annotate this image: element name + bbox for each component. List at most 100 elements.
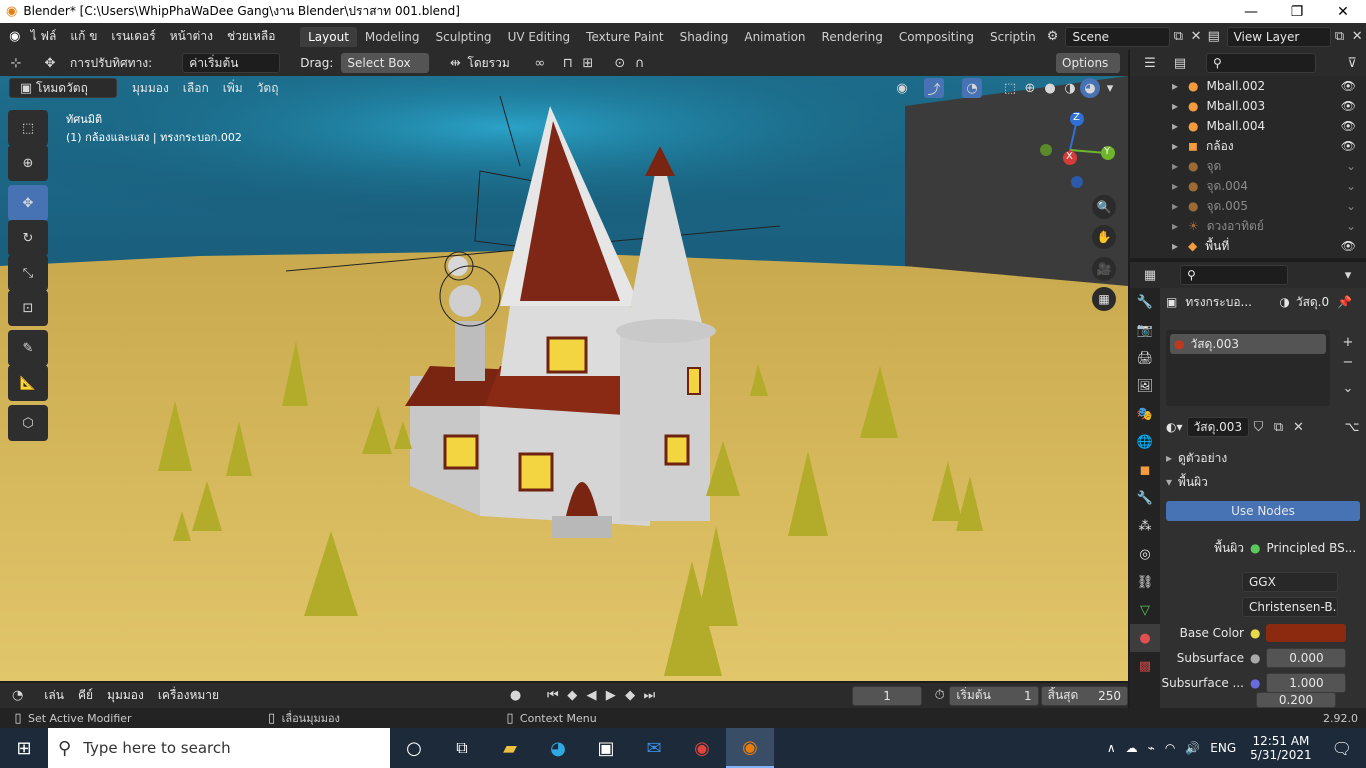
visibility-icon[interactable]: ◉ — [892, 78, 912, 98]
tab-scene[interactable]: 🎭 — [1130, 400, 1160, 428]
menu-view[interactable]: มุมมอง — [125, 79, 176, 98]
menu-marker[interactable]: เครื่องหมาย — [151, 686, 226, 705]
pivot-icon[interactable]: ⇹ — [445, 53, 465, 73]
snap-target-icon[interactable]: ⊞ — [578, 53, 598, 73]
tab-animation[interactable]: Animation — [736, 27, 813, 47]
mode-dropdown[interactable]: ▣ โหมดวัตถุ — [9, 78, 117, 98]
tab-world[interactable]: 🌐 — [1130, 428, 1160, 456]
expand-icon[interactable]: ▸ — [1130, 179, 1178, 193]
play-reverse-icon[interactable]: ◀ — [582, 686, 601, 706]
hidden-icon[interactable]: ⌄ — [1346, 199, 1356, 213]
subsurface-field[interactable]: 0.000 — [1266, 648, 1347, 668]
material-name-field[interactable]: วัสดุ.003 — [1186, 417, 1249, 437]
wireframe-shading-icon[interactable]: ⊕ — [1020, 78, 1040, 98]
cloud-icon[interactable]: ☁ — [1126, 741, 1138, 755]
tab-physics[interactable]: ◎ — [1130, 540, 1160, 568]
tab-scripting[interactable]: Scriptin — [982, 27, 1044, 47]
drag-dropdown[interactable]: Select Box — [341, 53, 430, 73]
outliner-row[interactable]: ▸ ● จุด ⌄ — [1130, 156, 1366, 176]
tab-rendering[interactable]: Rendering — [814, 27, 891, 47]
menu-help[interactable]: ช่วยเหลือ — [220, 27, 283, 46]
outliner-row[interactable]: ▸ ● Mball.003 👁 — [1130, 96, 1366, 116]
menu-keying[interactable]: คีย์ — [71, 686, 100, 705]
current-frame-field[interactable]: 1 — [852, 685, 923, 706]
tab-modifiers[interactable]: 🔧 — [1130, 484, 1160, 512]
outliner-editor-icon[interactable]: ☰ — [1140, 53, 1160, 73]
measure-tool[interactable]: 📐 — [8, 365, 48, 401]
falloff-icon[interactable]: ∩ — [630, 53, 650, 73]
viewport-3d[interactable] — [0, 76, 1128, 681]
mail-button[interactable]: ✉ — [630, 728, 678, 768]
menu-edit[interactable]: แก้ ข — [63, 27, 104, 46]
file-explorer-button[interactable]: ▰ — [486, 728, 534, 768]
outliner-row[interactable]: ▸ ☀ ดวงอาทิตย์ ⌄ — [1130, 216, 1366, 236]
edge-button[interactable]: ◕ — [534, 728, 582, 768]
tab-shading[interactable]: Shading — [672, 27, 737, 47]
annotate-tool[interactable]: ✎ — [8, 330, 48, 366]
expand-icon[interactable]: ▸ — [1130, 159, 1178, 173]
tab-render[interactable]: 📷 — [1130, 316, 1160, 344]
snap-icon[interactable]: ⊓ — [558, 53, 578, 73]
tab-tool[interactable]: 🔧 — [1130, 288, 1160, 316]
jump-start-icon[interactable]: ⏮ — [543, 686, 562, 706]
language-indicator[interactable]: ENG — [1210, 741, 1236, 755]
next-keyframe-icon[interactable]: ◆ — [620, 686, 639, 706]
eye-icon[interactable]: 👁 — [1341, 79, 1356, 93]
wifi-icon[interactable]: ◠ — [1165, 741, 1175, 755]
tab-material[interactable]: ● — [1130, 624, 1160, 652]
cursor-tool[interactable]: ⊕ — [8, 145, 48, 181]
overlay-toggle-icon[interactable]: ◔ — [962, 78, 982, 98]
scale-tool[interactable]: ⤡ — [8, 255, 48, 291]
gizmo-toggle-icon[interactable]: ⤴ — [924, 78, 944, 98]
minimize-button[interactable]: — — [1228, 0, 1274, 23]
cortana-button[interactable]: ○ — [390, 728, 438, 768]
play-icon[interactable]: ▶ — [601, 686, 620, 706]
tab-compositing[interactable]: Compositing — [891, 27, 982, 47]
navigation-gizmo[interactable]: Z Y X — [1040, 110, 1120, 190]
view-layer-icon[interactable]: ▤ — [1205, 27, 1223, 47]
tray-chevron-icon[interactable]: ∧ — [1107, 741, 1116, 755]
menu-file[interactable]: ไ ฟล์ — [24, 27, 64, 46]
expand-icon[interactable]: ▸ — [1130, 79, 1178, 93]
hidden-icon[interactable]: ⌄ — [1346, 219, 1356, 233]
outliner-row[interactable]: ▸ ● จุด.005 ⌄ — [1130, 196, 1366, 216]
hidden-icon[interactable]: ⌄ — [1346, 159, 1356, 173]
menu-select[interactable]: เลือก — [176, 79, 216, 98]
outliner-row[interactable]: ▸ ◆ พื้นที่ 👁 — [1130, 236, 1366, 256]
pin-icon[interactable]: 📌 — [1337, 295, 1352, 309]
tab-particles[interactable]: ⁂ — [1130, 512, 1160, 540]
expand-icon[interactable]: ▸ — [1130, 219, 1178, 233]
view-layer-copy-icon[interactable]: ⧉ — [1331, 27, 1349, 47]
filter-icon[interactable]: ⊽ — [1342, 53, 1362, 73]
eye-icon[interactable]: 👁 — [1341, 139, 1356, 153]
outliner-row[interactable]: ▸ ● Mball.002 👁 — [1130, 76, 1366, 96]
volume-icon[interactable]: 🔊 — [1185, 741, 1200, 755]
timeline-editor-icon[interactable]: ◔ — [8, 686, 27, 706]
material-slot-item[interactable]: ● วัสดุ.003 — [1170, 334, 1326, 354]
orientation-dropdown[interactable]: ค่าเริ่มต้น — [182, 53, 281, 73]
add-cube-tool[interactable]: ⬡ — [8, 405, 48, 441]
view-layer-field[interactable]: View Layer — [1226, 26, 1331, 47]
tab-sculpting[interactable]: Sculpting — [428, 27, 500, 47]
rotate-tool[interactable]: ↻ — [8, 220, 48, 256]
preview-panel-header[interactable]: ▸ ดูตัวอย่าง — [1166, 448, 1362, 468]
end-frame-field[interactable]: สิ้นสุด 250 — [1040, 685, 1128, 706]
prev-keyframe-icon[interactable]: ◆ — [563, 686, 582, 706]
ortho-toggle-button[interactable]: ▦ — [1092, 287, 1116, 311]
tab-data[interactable]: ▽ — [1130, 596, 1160, 624]
record-icon[interactable]: ● — [506, 686, 525, 706]
pivot-value[interactable]: โดยรวม — [467, 54, 509, 73]
base-color-swatch[interactable] — [1266, 624, 1347, 642]
solid-shading-icon[interactable]: ● — [1040, 78, 1060, 98]
tab-modeling[interactable]: Modeling — [357, 27, 428, 47]
view-layer-remove-icon[interactable]: ✕ — [1348, 27, 1366, 47]
scene-field[interactable]: Scene — [1065, 26, 1170, 47]
menu-window[interactable]: หน้าต่าง — [163, 27, 220, 46]
start-button[interactable]: ⊞ — [0, 728, 48, 768]
menu-render[interactable]: เรนเดอร์ — [104, 27, 162, 46]
material-browse-icon[interactable]: ◐▾ — [1166, 420, 1183, 434]
store-button[interactable]: ▣ — [582, 728, 630, 768]
eye-icon[interactable]: 👁 — [1341, 239, 1356, 253]
chrome-button[interactable]: ◉ — [678, 728, 726, 768]
surface-panel-header[interactable]: ▾ พื้นผิว — [1166, 472, 1362, 492]
